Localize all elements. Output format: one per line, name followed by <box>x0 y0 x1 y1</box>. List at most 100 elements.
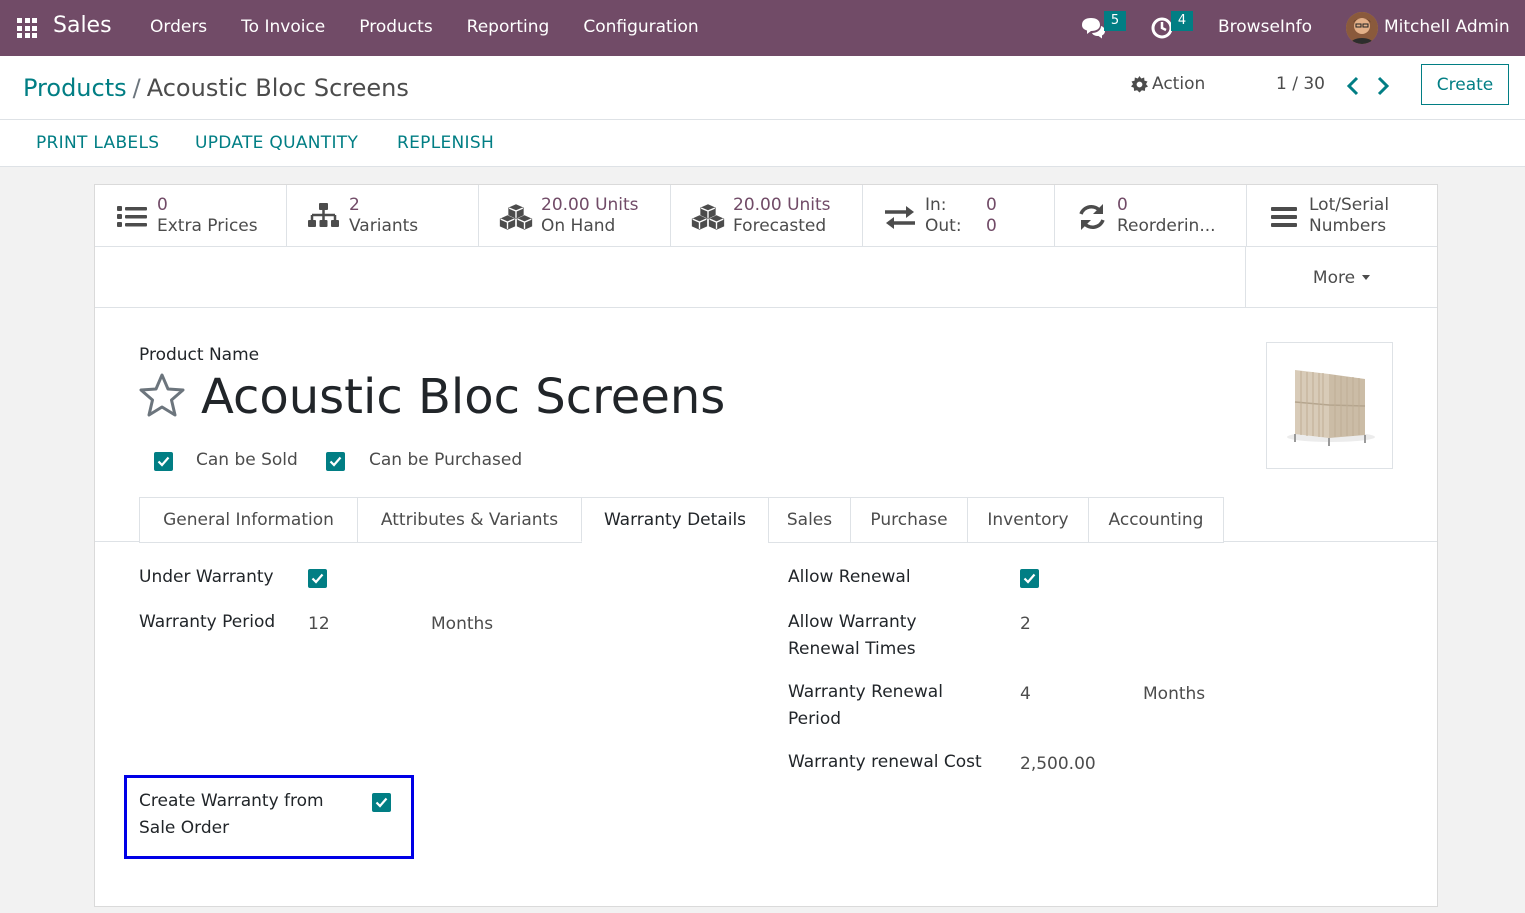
renewal-period-label-line2: Period <box>788 709 842 729</box>
under-warranty-label: Under Warranty <box>139 567 274 587</box>
apps-grid-icon[interactable] <box>17 18 37 38</box>
warranty-period-input[interactable]: 12 <box>308 614 330 634</box>
activities-badge: 4 <box>1171 11 1193 31</box>
app-name[interactable]: Sales <box>53 13 112 38</box>
renewal-cost-label: Warranty renewal Cost <box>788 752 982 772</box>
extra-prices-count: 0 <box>157 195 168 215</box>
create-warranty-label-line2: Sale Order <box>139 818 230 838</box>
breadcrumb: Products / Acoustic Bloc Screens <box>23 74 409 102</box>
warranty-period-unit[interactable]: Months <box>431 614 493 634</box>
menu-products[interactable]: Products <box>359 17 432 37</box>
tab-sales[interactable]: Sales <box>768 497 851 543</box>
tab-warranty-details[interactable]: Warranty Details <box>581 497 769 542</box>
reordering-count: 0 <box>1117 195 1128 215</box>
can-be-purchased-checkbox[interactable] <box>326 452 345 471</box>
breadcrumb-current: Acoustic Bloc Screens <box>146 74 409 102</box>
more-label: More <box>1312 267 1356 288</box>
renewal-cost-input[interactable]: 2,500.00 <box>1020 754 1096 774</box>
extra-prices-label: Extra Prices <box>157 216 258 236</box>
top-navbar: Sales Orders To Invoice Products Reporti… <box>0 0 1525 56</box>
more-dropdown[interactable]: More <box>1245 247 1437 308</box>
company-switcher[interactable]: BrowseInfo <box>1218 17 1312 37</box>
renewal-times-input[interactable]: 2 <box>1020 614 1031 634</box>
check-icon <box>329 456 342 467</box>
can-be-sold-checkbox[interactable] <box>154 452 173 471</box>
menu-to-invoice[interactable]: To Invoice <box>241 17 325 37</box>
user-menu[interactable]: Mitchell Admin <box>1384 17 1510 37</box>
create-warranty-from-so-label: Create Warranty from Sale Order <box>139 788 324 842</box>
bars-icon <box>1271 207 1297 227</box>
tab-accounting[interactable]: Accounting <box>1088 497 1224 543</box>
renewal-times-label-line1: Allow Warranty <box>788 612 917 632</box>
smart-variants[interactable]: 2 Variants <box>287 185 479 247</box>
caret-down-icon <box>1362 275 1371 280</box>
in-label: In: <box>925 195 947 215</box>
menu-configuration[interactable]: Configuration <box>583 17 698 37</box>
menu-reporting[interactable]: Reporting <box>467 17 550 37</box>
gear-icon <box>1131 75 1148 92</box>
check-icon <box>311 573 324 584</box>
list-icon <box>117 206 147 227</box>
messages-badge: 5 <box>1104 11 1126 31</box>
breadcrumb-separator: / <box>132 74 141 102</box>
allow-renewal-checkbox[interactable] <box>1020 569 1039 588</box>
smart-in-out[interactable]: In: 0 Out: 0 <box>863 185 1055 247</box>
renewal-times-label: Allow Warranty Renewal Times <box>788 609 917 663</box>
tab-attributes-variants[interactable]: Attributes & Variants <box>357 497 582 543</box>
product-name-label: Product Name <box>139 345 260 365</box>
tab-general-information[interactable]: General Information <box>139 497 358 543</box>
smart-buttons: 0 Extra Prices 2 Variants 20.00 Units On <box>95 185 1437 247</box>
cubes-icon <box>499 204 533 230</box>
acoustic-screen-image <box>1287 370 1375 446</box>
action-menu-button[interactable]: Action <box>1131 74 1205 94</box>
variants-count: 2 <box>349 195 360 215</box>
refresh-icon <box>1079 204 1105 230</box>
smart-extra-prices[interactable]: 0 Extra Prices <box>95 185 287 247</box>
menu-orders[interactable]: Orders <box>150 17 207 37</box>
smart-on-hand[interactable]: 20.00 Units On Hand <box>479 185 671 247</box>
chat-icon[interactable] <box>1080 16 1106 40</box>
renewal-period-input[interactable]: 4 <box>1020 684 1031 704</box>
reordering-label: Reorderin... <box>1117 216 1216 236</box>
control-panel: Products / Acoustic Bloc Screens Action 1 … <box>0 56 1525 120</box>
pager-next-icon[interactable] <box>1376 76 1390 96</box>
tab-inventory[interactable]: Inventory <box>967 497 1089 543</box>
breadcrumb-products-link[interactable]: Products <box>23 74 127 102</box>
check-icon <box>1023 573 1036 584</box>
forecasted-label: Forecasted <box>733 216 827 236</box>
check-icon <box>157 456 170 467</box>
create-warranty-from-so-checkbox[interactable] <box>372 793 391 812</box>
warranty-period-label: Warranty Period <box>139 612 276 632</box>
renewal-times-label-line2: Renewal Times <box>788 639 916 659</box>
on-hand-quantity: 20.00 Units <box>541 195 639 215</box>
product-name-field[interactable]: Acoustic Bloc Screens <box>201 369 725 425</box>
renewal-period-label-line1: Warranty Renewal <box>788 682 943 702</box>
exchange-icon <box>885 206 915 229</box>
out-count: 0 <box>986 216 997 236</box>
product-image[interactable] <box>1266 342 1393 469</box>
sitemap-icon <box>308 203 339 227</box>
tab-purchase[interactable]: Purchase <box>850 497 968 543</box>
smart-forecasted[interactable]: 20.00 Units Forecasted <box>671 185 863 247</box>
pager-previous-icon[interactable] <box>1346 76 1360 96</box>
print-labels-button[interactable]: PRINT LABELS <box>36 133 159 153</box>
replenish-button[interactable]: REPLENISH <box>397 133 494 153</box>
renewal-period-label: Warranty Renewal Period <box>788 679 943 733</box>
allow-renewal-label: Allow Renewal <box>788 567 911 587</box>
form-sheet: 0 Extra Prices 2 Variants 20.00 Units On <box>94 184 1438 907</box>
create-warranty-label-line1: Create Warranty from <box>139 791 324 811</box>
lot-serial-label-2: Numbers <box>1309 216 1387 236</box>
favorite-star-icon[interactable] <box>139 373 185 417</box>
in-count: 0 <box>986 195 997 215</box>
smart-reordering[interactable]: 0 Reorderin... <box>1055 185 1247 247</box>
pager-value[interactable]: 1 / 30 <box>1276 74 1325 94</box>
update-quantity-button[interactable]: UPDATE QUANTITY <box>195 133 358 153</box>
can-be-sold-label: Can be Sold <box>196 450 298 470</box>
user-avatar[interactable] <box>1346 12 1378 44</box>
renewal-period-unit[interactable]: Months <box>1143 684 1205 704</box>
form-statusbar: PRINT LABELS UPDATE QUANTITY REPLENISH <box>0 120 1525 167</box>
under-warranty-checkbox[interactable] <box>308 569 327 588</box>
create-button[interactable]: Create <box>1421 64 1509 105</box>
action-label: Action <box>1152 74 1206 94</box>
smart-lot-serial[interactable]: Lot/Serial Numbers <box>1247 185 1437 247</box>
